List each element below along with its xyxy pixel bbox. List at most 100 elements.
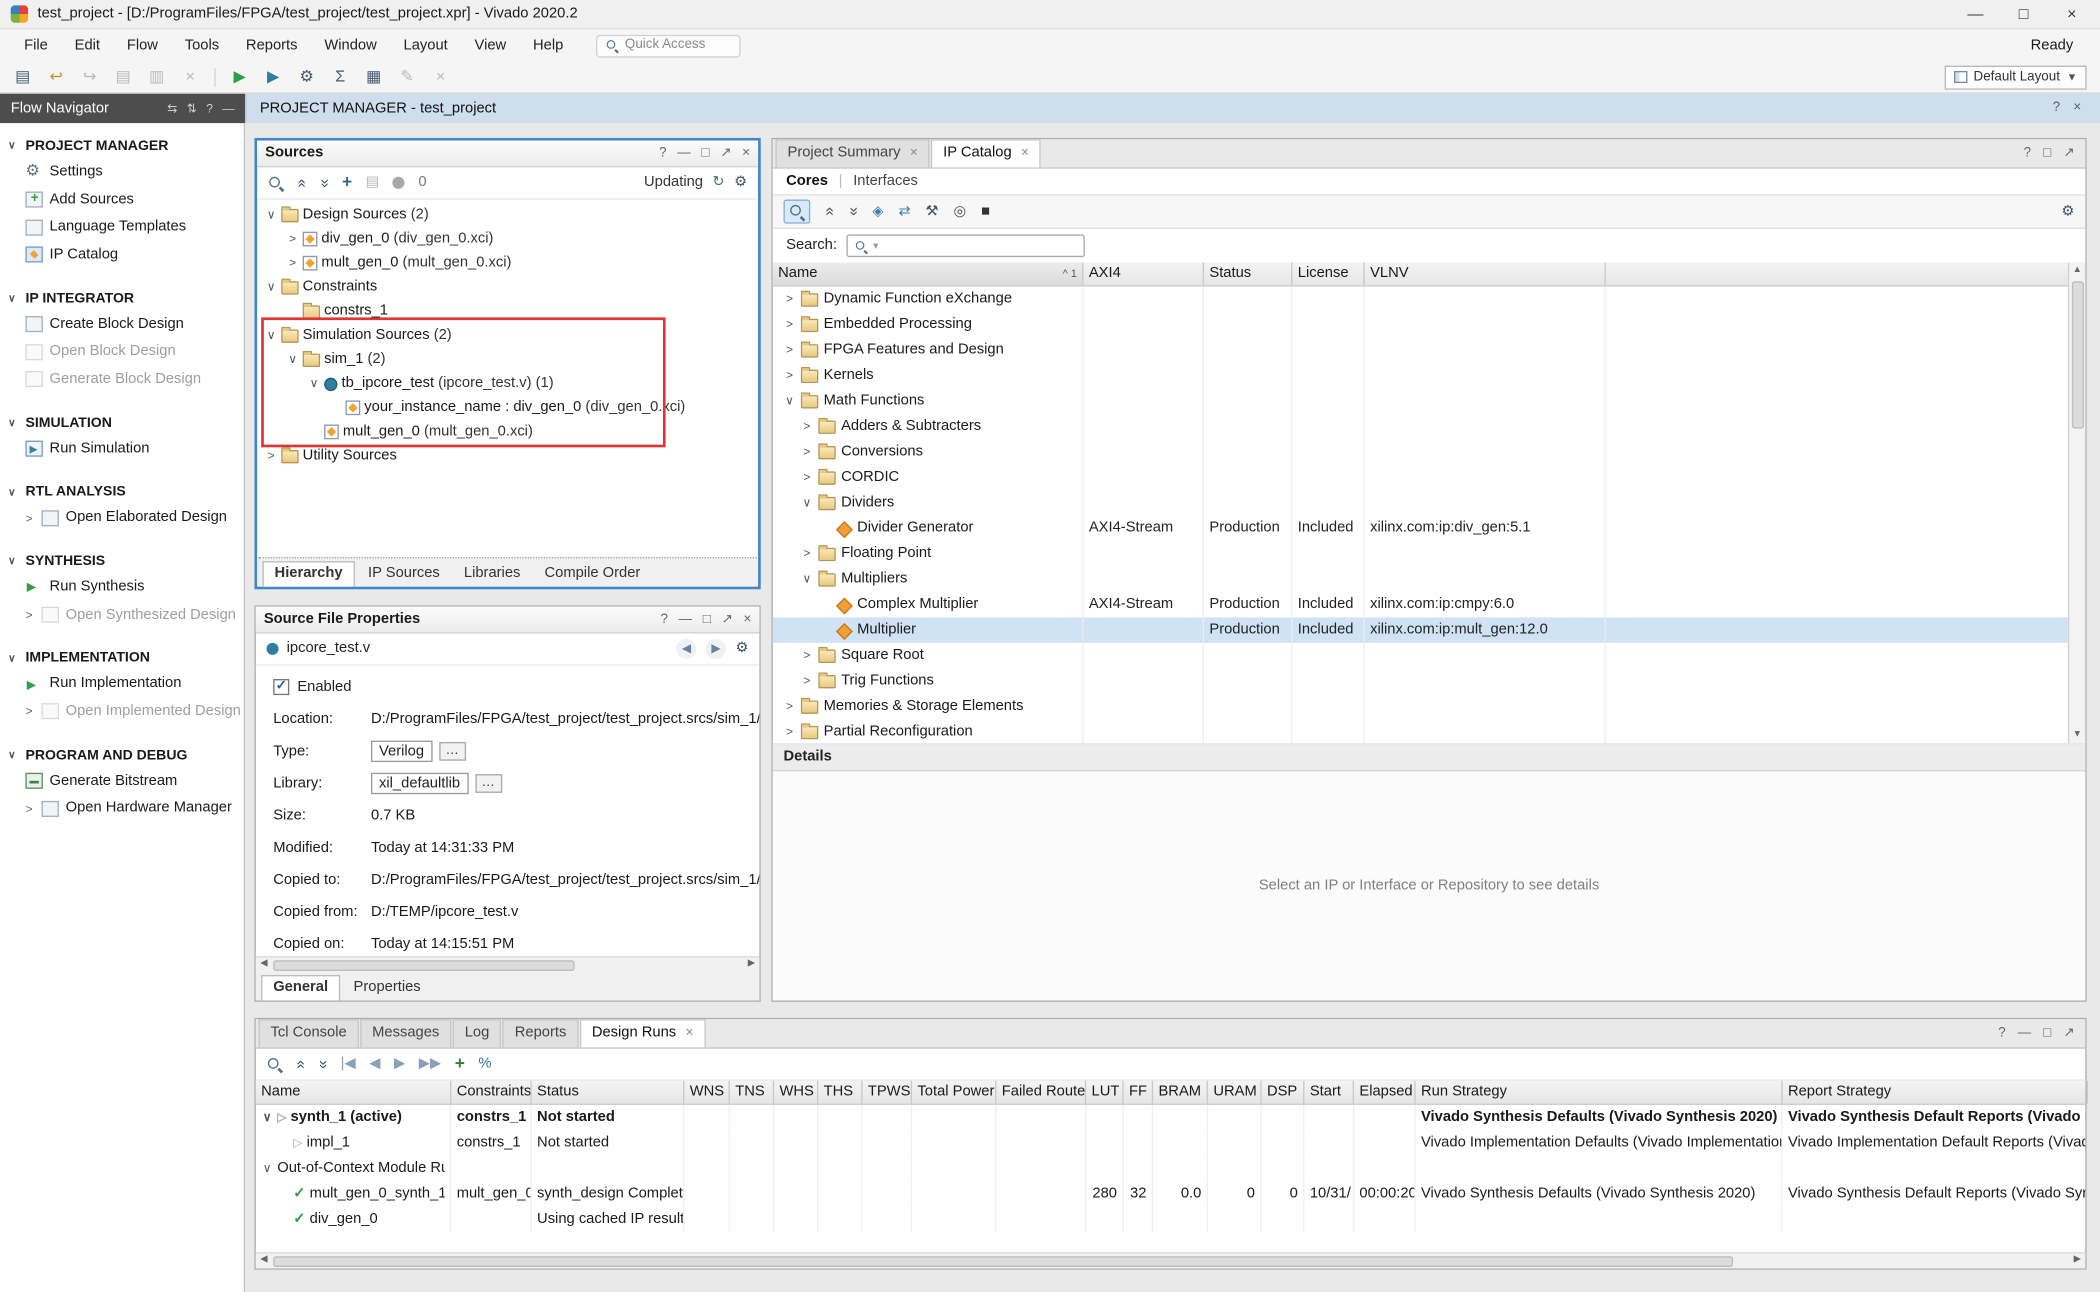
catalog-search-input[interactable]: ▾ <box>846 234 1084 257</box>
help-icon[interactable]: ? <box>1998 1026 2005 1041</box>
minimize-icon[interactable]: — <box>677 146 690 161</box>
chevron-down-icon[interactable]: ∨ <box>265 207 277 221</box>
source-tree-row[interactable]: constrs_1 <box>257 299 758 323</box>
flow-section-header-synthesis[interactable]: ∨SYNTHESIS <box>0 549 244 573</box>
vertical-scrollbar[interactable]: ▲ ▼ <box>2068 263 2085 744</box>
chevron-down-icon[interactable]: ∨ <box>261 1111 273 1125</box>
delete-icon[interactable]: × <box>181 68 200 86</box>
help-icon[interactable]: ? <box>2053 101 2060 116</box>
cancel-icon[interactable]: × <box>431 68 450 86</box>
sidebar-item-add-sources[interactable]: Add Sources <box>0 186 244 214</box>
chevron-right-icon[interactable]: > <box>287 256 299 270</box>
save-icon[interactable]: ▤ <box>13 68 32 86</box>
property-input[interactable]: Verilog <box>371 740 432 762</box>
catalog-row[interactable]: ∨ Multipliers <box>773 567 2068 592</box>
source-tree-row[interactable]: > Utility Sources <box>257 443 758 467</box>
runs-column-start[interactable]: Start <box>1304 1081 1354 1104</box>
close-icon[interactable]: × <box>744 612 752 627</box>
catalog-row[interactable]: > Embedded Processing <box>773 312 2068 337</box>
ip-status-icon[interactable]: ◎ <box>953 203 966 220</box>
back-icon[interactable]: ◀ <box>677 639 697 659</box>
layout-selector[interactable]: Default Layout ▼ <box>1944 65 2087 89</box>
settings-gear-icon[interactable]: ⚙ <box>297 68 316 86</box>
runs-column-run-strategy[interactable]: Run Strategy <box>1416 1081 1783 1104</box>
percent-icon[interactable]: % <box>478 1056 491 1073</box>
sidebar-item-generate-block-design[interactable]: Generate Block Design <box>0 366 244 394</box>
tab-ip-catalog[interactable]: IP Catalog× <box>931 140 1041 168</box>
skip-back-icon[interactable]: |◀ <box>341 1056 356 1073</box>
minimize-icon[interactable]: — <box>222 102 234 116</box>
chevron-right-icon[interactable]: > <box>265 448 277 462</box>
default-hierarchy-icon[interactable]: ◈ <box>872 203 883 220</box>
column-header-vlnv[interactable]: VLNV <box>1365 263 1606 286</box>
collapse-all-icon[interactable]: « <box>293 178 311 187</box>
menu-file[interactable]: File <box>11 33 62 58</box>
catalog-row[interactable]: > Kernels <box>773 363 2068 388</box>
maximize-icon[interactable]: ↗ <box>720 146 731 161</box>
run-row[interactable]: ✓mult_gen_0_synth_1mult_gen_0synth_desig… <box>256 1181 2085 1206</box>
sidebar-item-run-simulation[interactable]: Run Simulation <box>0 435 244 463</box>
collapse-all-icon[interactable]: « <box>820 207 838 216</box>
runs-column-lut[interactable]: LUT <box>1086 1081 1124 1104</box>
tab-ip-sources[interactable]: IP Sources <box>357 563 450 587</box>
add-sources-icon[interactable]: + <box>342 173 352 193</box>
chevron-right-icon[interactable]: > <box>287 231 299 245</box>
chevron-right-icon[interactable]: > <box>783 343 795 357</box>
tab-compile-order[interactable]: Compile Order <box>534 563 651 587</box>
chevron-down-icon[interactable]: ∨ <box>801 572 813 586</box>
sidebar-item-run-synthesis[interactable]: Run Synthesis <box>0 573 244 601</box>
ellipsis-button[interactable]: … <box>439 742 466 760</box>
scrollbar-thumb[interactable] <box>273 1256 1733 1267</box>
menu-flow[interactable]: Flow <box>113 33 171 58</box>
expand-all-icon[interactable]: » <box>314 1060 332 1069</box>
runs-column-failed-routes[interactable]: Failed Routes <box>996 1081 1086 1104</box>
catalog-row[interactable]: > Dynamic Function eXchange <box>773 287 2068 312</box>
chevron-down-icon[interactable]: ∨ <box>783 394 795 408</box>
scrollbar-thumb[interactable] <box>2071 281 2083 428</box>
flow-section-header-simulation[interactable]: ∨SIMULATION <box>0 411 244 435</box>
tab-project-summary[interactable]: Project Summary× <box>775 140 929 168</box>
chevron-down-icon[interactable]: ∨ <box>801 496 813 510</box>
help-icon[interactable]: ? <box>2024 146 2031 161</box>
catalog-row[interactable]: > Memories & Storage Elements <box>773 694 2068 719</box>
chevron-down-icon[interactable]: ∨ <box>287 352 299 366</box>
runs-column-bram[interactable]: BRAM <box>1153 1081 1208 1104</box>
chevron-right-icon[interactable]: > <box>783 700 795 714</box>
close-icon[interactable]: × <box>686 1026 694 1041</box>
tab-reports[interactable]: Reports <box>503 1020 579 1048</box>
step-icon[interactable]: ▶ <box>264 68 283 86</box>
horizontal-scrollbar[interactable]: ◀ ▶ <box>256 1252 2085 1268</box>
sidebar-item-settings[interactable]: Settings <box>0 158 244 186</box>
column-header-license[interactable]: License <box>1292 263 1364 286</box>
runs-column-status[interactable]: Status <box>532 1081 685 1104</box>
source-tree-row[interactable]: ∨ sim_1 (2) <box>257 347 758 371</box>
run-icon[interactable]: ▶ <box>230 68 249 86</box>
source-tree-row[interactable]: mult_gen_0 (mult_gen_0.xci) <box>257 419 758 443</box>
settings-gear-icon[interactable]: ⚙ <box>2061 203 2074 220</box>
chevron-right-icon[interactable]: > <box>801 471 813 485</box>
menu-edit[interactable]: Edit <box>61 33 113 58</box>
chevron-right-icon[interactable]: > <box>783 725 795 739</box>
chevron-right-icon[interactable]: > <box>801 547 813 561</box>
menu-view[interactable]: View <box>461 33 519 58</box>
chevron-right-icon[interactable]: > <box>783 369 795 383</box>
chevron-right-icon[interactable]: > <box>801 649 813 663</box>
chevron-right-icon[interactable]: > <box>783 292 795 306</box>
catalog-row[interactable]: > Adders & Subtracters <box>773 414 2068 439</box>
help-icon[interactable]: ? <box>659 146 666 161</box>
runs-column-report-strategy[interactable]: Report Strategy <box>1783 1081 2088 1104</box>
tab-libraries[interactable]: Libraries <box>453 563 531 587</box>
catalog-row[interactable]: > Partial Reconfiguration <box>773 719 2068 743</box>
catalog-row[interactable]: > Square Root <box>773 643 2068 668</box>
subnav-interfaces[interactable]: Interfaces <box>853 173 918 190</box>
maximize-icon[interactable]: ↗ <box>2063 1026 2074 1041</box>
catalog-row[interactable]: > CORDIC <box>773 465 2068 490</box>
source-tree-row[interactable]: ∨ Design Sources (2) <box>257 202 758 226</box>
sidebar-item-ip-catalog[interactable]: IP Catalog <box>0 241 244 269</box>
run-row[interactable]: ▷impl_1constrs_1Not startedVivado Implem… <box>256 1130 2085 1155</box>
run-row[interactable]: ∨▷synth_1 (active)constrs_1Not startedVi… <box>256 1105 2085 1130</box>
runs-column-total-power[interactable]: Total Power <box>912 1081 996 1104</box>
runs-column-wns[interactable]: WNS <box>684 1081 730 1104</box>
column-header-axi4[interactable]: AXI4 <box>1083 263 1204 286</box>
sidebar-item-open-elaborated-design[interactable]: > Open Elaborated Design <box>0 504 244 532</box>
